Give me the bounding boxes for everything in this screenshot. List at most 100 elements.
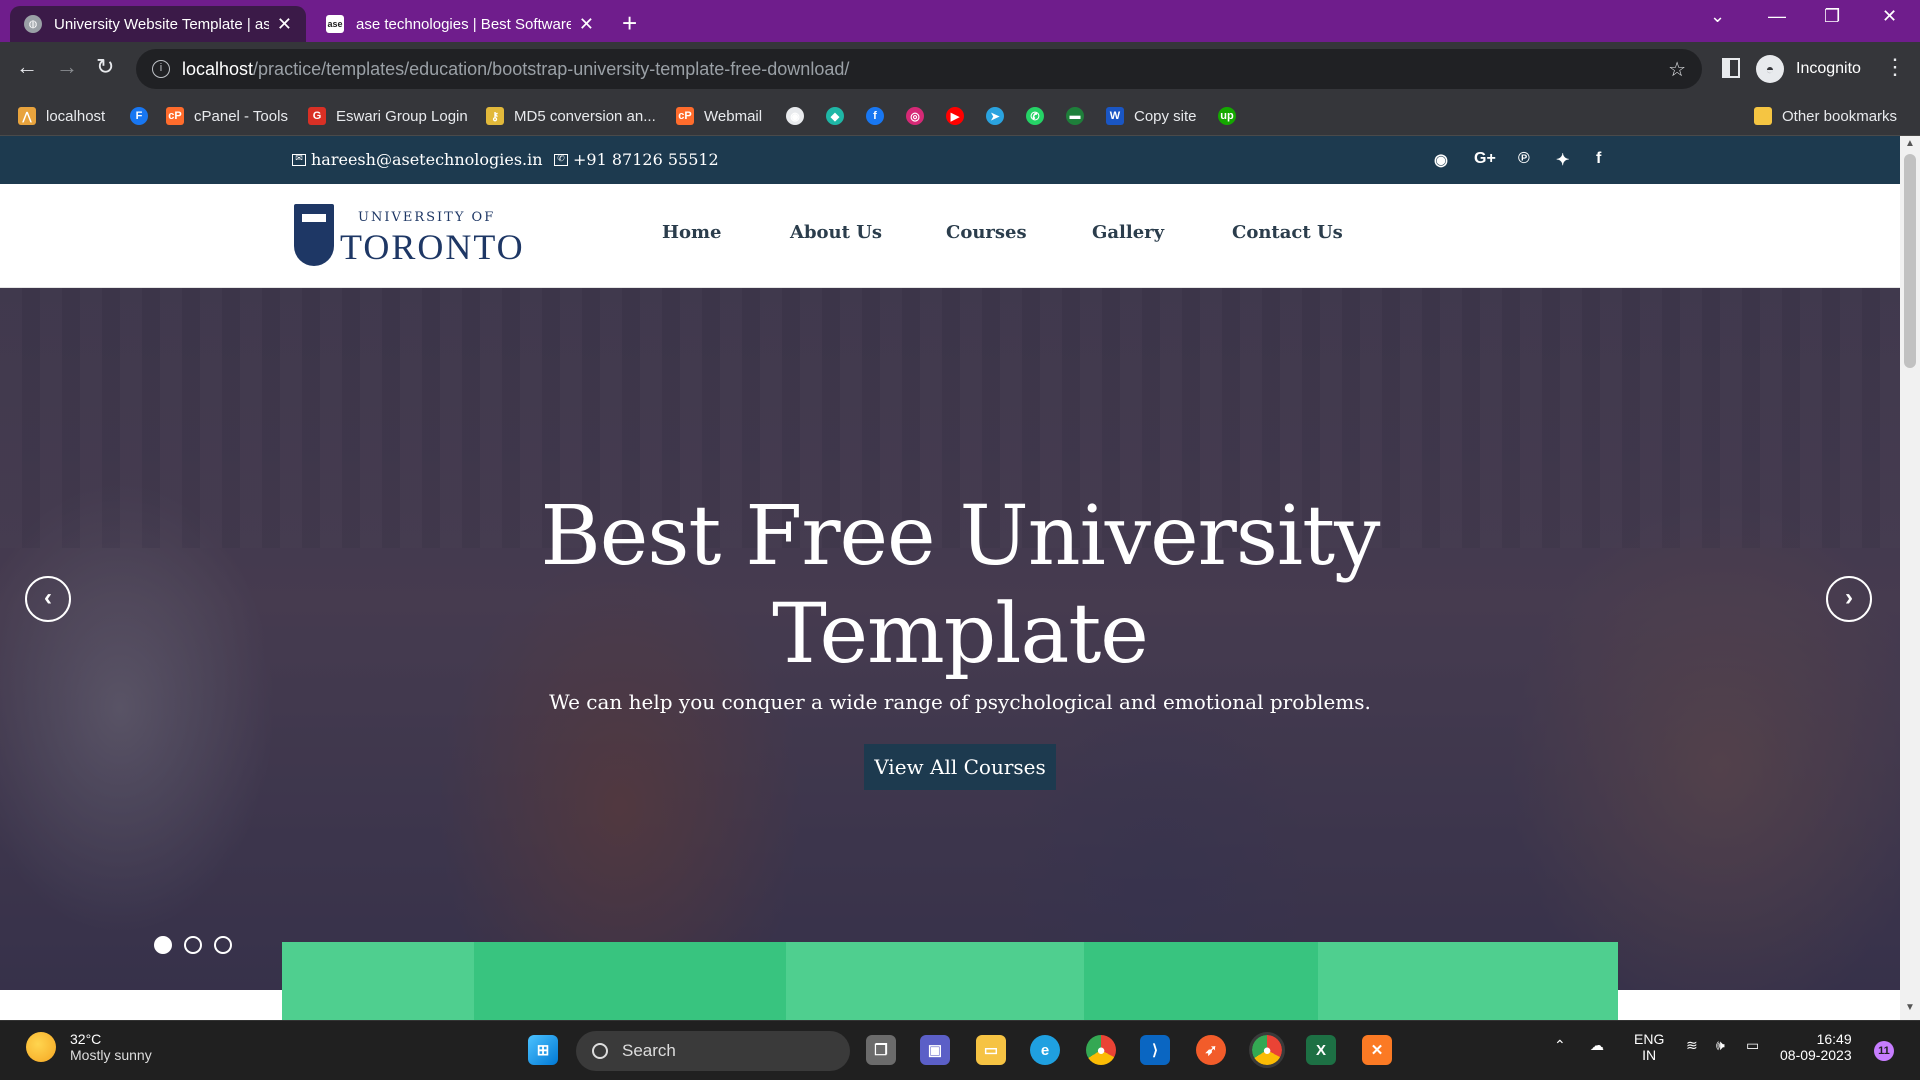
- teams-chat-icon[interactable]: ▣: [920, 1035, 950, 1065]
- chrome-icon[interactable]: ●: [1086, 1035, 1116, 1065]
- browser-menu-icon[interactable]: ⋮: [1884, 54, 1906, 80]
- notification-badge[interactable]: 11: [1874, 1041, 1894, 1061]
- bookmark-github-icon[interactable]: ◉: [786, 104, 804, 128]
- site-info-icon[interactable]: i: [152, 60, 170, 78]
- pinterest-icon[interactable]: ℗: [1518, 150, 1530, 168]
- bookmark-webmail[interactable]: cP Webmail: [676, 104, 762, 128]
- incognito-profile[interactable]: ◓ Incognito: [1756, 49, 1861, 89]
- postman-icon[interactable]: ➶: [1196, 1035, 1226, 1065]
- bookmark-instagram-icon[interactable]: ◎: [906, 104, 924, 128]
- close-tab-icon[interactable]: ✕: [277, 14, 292, 35]
- weather-widget[interactable]: 32°C Mostly sunny: [26, 1031, 152, 1063]
- browser-tab-bar: ◍ University Website Template | ase ✕ as…: [0, 0, 1920, 42]
- page-scrollbar[interactable]: ▲ ▼: [1900, 136, 1920, 1020]
- address-bar[interactable]: i localhost/practice/templates/education…: [136, 49, 1702, 89]
- bookmark-upwork-icon[interactable]: up: [1218, 104, 1236, 128]
- other-bookmarks[interactable]: Other bookmarks: [1754, 104, 1897, 128]
- feature-card[interactable]: [1084, 942, 1318, 1020]
- onedrive-icon[interactable]: ☁: [1590, 1037, 1604, 1054]
- bookmark-f-icon[interactable]: F: [130, 104, 148, 128]
- wifi-icon[interactable]: ≋: [1686, 1037, 1698, 1054]
- browser-toolbar: ← → ↻ i localhost/practice/templates/edu…: [0, 42, 1920, 96]
- bookmark-facebook-icon[interactable]: f: [866, 104, 884, 128]
- vscode-icon[interactable]: ⟩: [1140, 1035, 1170, 1065]
- restore-button[interactable]: ❐: [1824, 6, 1840, 27]
- cpanel-icon: cP: [166, 107, 184, 125]
- time-text: 16:49: [1816, 1031, 1852, 1047]
- tab-university-template[interactable]: ◍ University Website Template | ase ✕: [10, 6, 306, 42]
- nav-courses[interactable]: Courses: [946, 222, 1027, 243]
- scrollbar-thumb[interactable]: [1904, 154, 1916, 368]
- scroll-up-icon[interactable]: ▲: [1905, 138, 1915, 149]
- phone-text: +91 87126 55512: [573, 150, 719, 169]
- lang-region: IN: [1642, 1047, 1657, 1063]
- twitter-icon[interactable]: ✦: [1556, 150, 1569, 170]
- bookmark-cpanel-tools[interactable]: cP cPanel - Tools: [166, 104, 288, 128]
- view-all-courses-button[interactable]: View All Courses: [864, 744, 1056, 790]
- weather-desc: Mostly sunny: [70, 1047, 152, 1063]
- feature-card[interactable]: [474, 942, 786, 1020]
- bookmark-star-icon[interactable]: ☆: [1668, 57, 1686, 82]
- nav-home[interactable]: Home: [662, 222, 722, 243]
- feature-card[interactable]: [786, 942, 1084, 1020]
- back-button[interactable]: ←: [16, 54, 38, 80]
- github-icon[interactable]: ◉: [1434, 150, 1448, 170]
- show-hidden-icons[interactable]: ⌃: [1554, 1037, 1566, 1054]
- telegram-icon: ➤: [986, 107, 1004, 125]
- hero-subtitle: We can help you conquer a wide range of …: [549, 690, 1371, 714]
- close-window-button[interactable]: ✕: [1882, 6, 1897, 27]
- bookmark-telegram-icon[interactable]: ➤: [986, 104, 1004, 128]
- forward-button[interactable]: →: [56, 54, 78, 80]
- nav-gallery[interactable]: Gallery: [1092, 222, 1164, 243]
- google-plus-icon[interactable]: G+: [1474, 150, 1496, 168]
- bookmark-md5-conversion-an[interactable]: ⚷ MD5 conversion an...: [486, 104, 656, 128]
- chrome-incognito-icon[interactable]: ●: [1249, 1032, 1285, 1068]
- tab-title: ase technologies | Best Software: [356, 15, 571, 33]
- scroll-down-icon[interactable]: ▼: [1905, 1002, 1915, 1013]
- xampp-icon[interactable]: ✕: [1362, 1035, 1392, 1065]
- side-panel-icon[interactable]: [1722, 58, 1740, 78]
- carousel-prev-icon[interactable]: ‹: [25, 576, 71, 622]
- carousel-dot[interactable]: [154, 936, 172, 954]
- reload-button[interactable]: ↻: [96, 54, 114, 80]
- battery-icon[interactable]: ▭: [1746, 1037, 1759, 1054]
- feature-card[interactable]: [282, 942, 474, 1020]
- phone-contact[interactable]: ✆ +91 87126 55512: [554, 150, 719, 169]
- volume-icon[interactable]: 🕪: [1716, 1037, 1725, 1054]
- windows-taskbar: 32°C Mostly sunny ⊞ Search ❐ ▣ ▭ e ● ⟩ ➶…: [0, 1020, 1920, 1080]
- bookmark-youtube-icon[interactable]: ▶: [946, 104, 964, 128]
- language-indicator[interactable]: ENG IN: [1634, 1031, 1664, 1063]
- task-view-icon[interactable]: ❐: [866, 1035, 896, 1065]
- bookmark-copy-site[interactable]: W Copy site: [1106, 104, 1197, 128]
- university-logo[interactable]: UNIVERSITY OF TORONTO: [294, 204, 523, 270]
- feature-card[interactable]: [1318, 942, 1618, 1020]
- bookmark-folder-icon[interactable]: ▬: [1066, 104, 1084, 128]
- site-header: UNIVERSITY OF TORONTO Home About Us Cour…: [0, 184, 1900, 288]
- bookmark-diamond-icon[interactable]: ◆: [826, 104, 844, 128]
- tab-ase-technologies[interactable]: ase ase technologies | Best Software ✕: [312, 6, 608, 42]
- minimize-button[interactable]: —: [1768, 6, 1786, 27]
- nav-about-us[interactable]: About Us: [790, 222, 882, 243]
- edge-icon[interactable]: e: [1030, 1035, 1060, 1065]
- email-contact[interactable]: ✉ hareesh@asetechnologies.in: [292, 150, 543, 169]
- windows-start-icon[interactable]: ⊞: [528, 1035, 558, 1065]
- w-icon: W: [1106, 107, 1124, 125]
- facebook-icon[interactable]: f: [1596, 150, 1601, 168]
- excel-icon[interactable]: X: [1306, 1035, 1336, 1065]
- nav-contact-us[interactable]: Contact Us: [1232, 222, 1343, 243]
- carousel-dot[interactable]: [214, 936, 232, 954]
- clock[interactable]: 16:49 08-09-2023: [1780, 1031, 1852, 1063]
- carousel-next-icon[interactable]: ›: [1826, 576, 1872, 622]
- file-explorer-icon[interactable]: ▭: [976, 1035, 1006, 1065]
- bookmark-whatsapp-icon[interactable]: ✆: [1026, 104, 1044, 128]
- bookmark-eswari-group-login[interactable]: G Eswari Group Login: [308, 104, 468, 128]
- close-tab-icon[interactable]: ✕: [579, 14, 594, 35]
- carousel-dot[interactable]: [184, 936, 202, 954]
- new-tab-button[interactable]: +: [622, 8, 637, 39]
- envelope-icon: ✉: [292, 153, 306, 166]
- taskbar-search[interactable]: Search: [576, 1031, 850, 1071]
- tab-search-icon[interactable]: ⌄: [1710, 6, 1725, 27]
- logo-line1: UNIVERSITY OF: [358, 210, 496, 225]
- phone-icon: ✆: [554, 153, 568, 166]
- bookmark-localhost[interactable]: ⋀ localhost: [18, 104, 105, 128]
